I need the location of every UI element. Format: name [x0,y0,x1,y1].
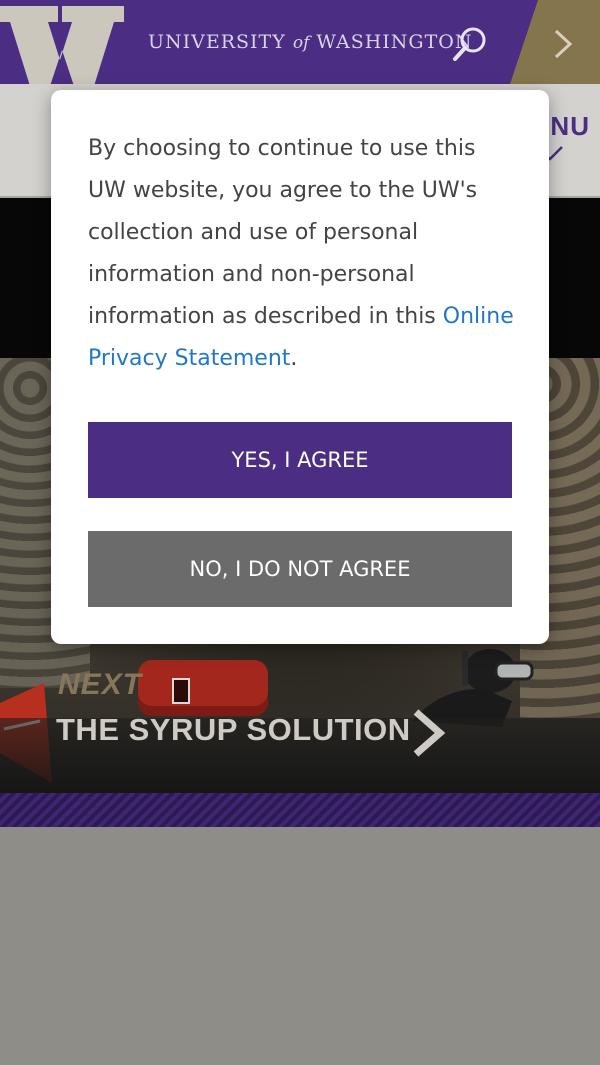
consent-body-text: By choosing to continue to use this UW w… [88,136,478,329]
consent-link-suffix: . [290,346,298,371]
disagree-button[interactable]: NO, I DO NOT AGREE [88,531,512,607]
consent-message: By choosing to continue to use this UW w… [88,128,518,380]
privacy-consent-dialog: By choosing to continue to use this UW w… [51,90,549,644]
agree-button[interactable]: YES, I AGREE [88,422,512,498]
